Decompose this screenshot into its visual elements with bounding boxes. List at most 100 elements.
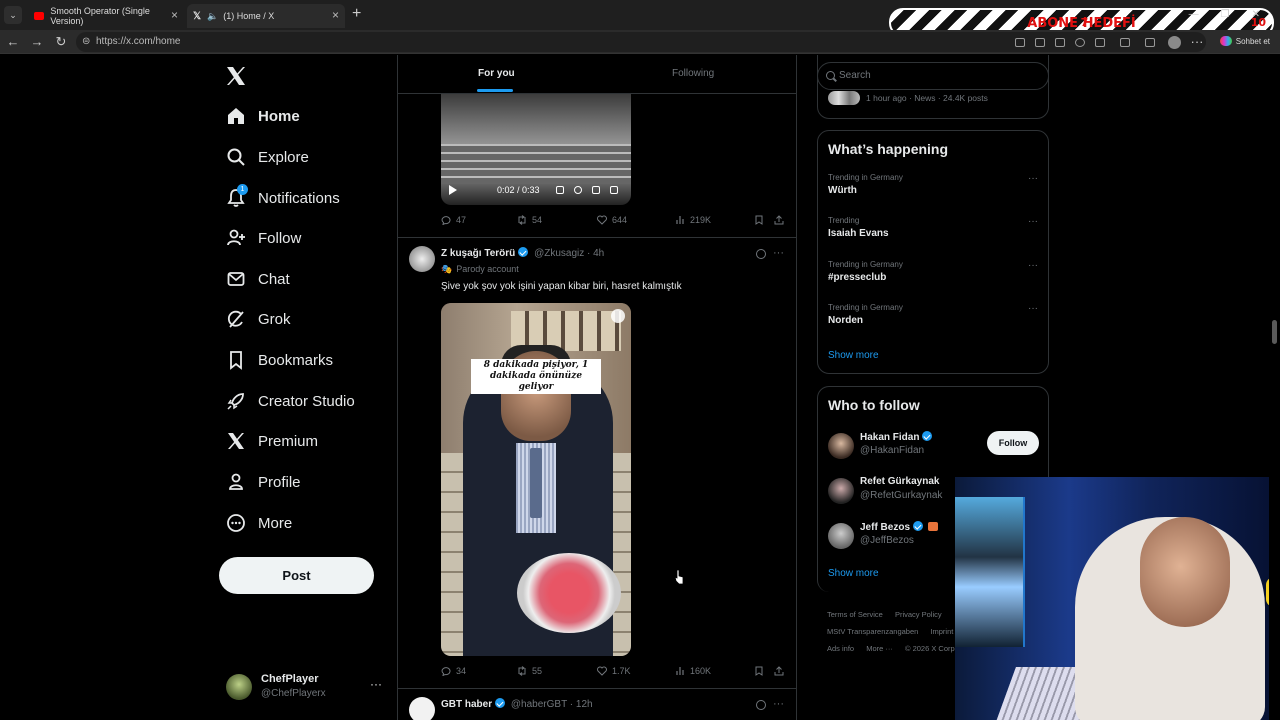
speaker-icon[interactable]: 🔈: [207, 11, 218, 22]
mute-icon[interactable]: [555, 186, 564, 194]
repost-icon: [517, 215, 527, 225]
nav-creator-studio[interactable]: Creator Studio: [222, 386, 355, 416]
more-icon[interactable]: ···: [1028, 260, 1038, 271]
nav-more[interactable]: More: [222, 508, 292, 538]
pip-icon[interactable]: [591, 186, 600, 194]
trend-item[interactable]: Trending in Germany Würth ···: [828, 173, 1038, 207]
back-icon[interactable]: ←: [4, 33, 22, 51]
grok-explain-icon[interactable]: [756, 700, 766, 710]
trend-item[interactable]: Trending in Germany #presseclub ···: [828, 260, 1038, 294]
browser-profile-avatar[interactable]: [1168, 36, 1181, 49]
settings-more-icon[interactable]: ···: [1188, 33, 1206, 51]
tweet-video[interactable]: 8 dakikada pişiyor, 1 dakikada önünüze g…: [441, 303, 631, 656]
tweet-time[interactable]: · 4h: [587, 248, 604, 259]
close-window-icon[interactable]: ✕: [1252, 9, 1260, 20]
tab-actions-menu-icon[interactable]: ⌄: [4, 6, 22, 24]
nav-explore[interactable]: Explore: [222, 142, 309, 172]
footer-more[interactable]: More ···: [866, 644, 893, 653]
favorite-icon[interactable]: [1075, 38, 1085, 47]
repost-button[interactable]: 54: [517, 215, 542, 225]
profile-name: ChefPlayer: [261, 673, 319, 685]
nav-notifications[interactable]: 1 Notifications: [222, 183, 340, 213]
more-icon[interactable]: ···: [773, 698, 784, 710]
tweet-time[interactable]: · 12h: [570, 699, 593, 710]
nav-home[interactable]: Home: [222, 101, 300, 131]
minimize-icon[interactable]: —: [1189, 9, 1199, 20]
scrollbar-thumb[interactable]: [1272, 320, 1277, 344]
new-tab-button[interactable]: +: [352, 5, 361, 23]
text-icon[interactable]: [1055, 38, 1065, 47]
site-info-icon[interactable]: ⊜: [82, 32, 90, 52]
bookmark-button[interactable]: [754, 666, 769, 676]
author-handle[interactable]: @Zkusagiz: [534, 248, 584, 259]
video-player[interactable]: 0:02 / 0:33: [441, 94, 631, 205]
nav-bookmarks[interactable]: Bookmarks: [222, 345, 333, 375]
nav-grok[interactable]: Grok: [222, 304, 291, 334]
browser-tab-x-home[interactable]: 𝕏 🔈 (1) Home / X ×: [187, 4, 345, 28]
more-icon[interactable]: ···: [1028, 173, 1038, 184]
close-tab-icon[interactable]: ×: [171, 8, 178, 22]
share-button[interactable]: [774, 666, 789, 676]
footer-ads[interactable]: Ads info: [827, 644, 854, 653]
tab-for-you[interactable]: For you: [478, 68, 515, 79]
nav-chat[interactable]: Chat: [222, 264, 290, 294]
footer-terms[interactable]: Terms of Service: [827, 610, 883, 619]
browser-tab-youtube[interactable]: Smooth Operator (Single Version) ×: [28, 4, 184, 28]
nav-premium[interactable]: Premium: [222, 426, 318, 456]
show-more-link[interactable]: Show more: [828, 350, 879, 361]
reload-icon[interactable]: ↻: [52, 33, 70, 51]
avatar[interactable]: [409, 697, 435, 720]
profile-handle: @ChefPlayerx: [261, 688, 326, 699]
account-switcher[interactable]: ChefPlayer @ChefPlayerx ···: [226, 670, 386, 704]
reply-button[interactable]: 34: [441, 666, 466, 676]
views-button[interactable]: 160K: [675, 666, 711, 676]
author-name[interactable]: Z kuşağı Terörü: [441, 248, 515, 259]
close-tab-icon[interactable]: ×: [332, 8, 339, 22]
repost-count: 55: [532, 666, 543, 676]
like-button[interactable]: 1.7K: [597, 666, 631, 676]
more-icon[interactable]: ···: [1028, 216, 1038, 227]
active-tab-indicator: [477, 89, 513, 92]
search-input[interactable]: Search: [817, 62, 1049, 90]
avatar[interactable]: [409, 246, 435, 272]
video-options-icon[interactable]: [611, 309, 625, 323]
footer-imprint[interactable]: Imprint: [930, 627, 953, 636]
extensions-icon[interactable]: [1095, 38, 1105, 47]
forward-icon[interactable]: →: [28, 33, 46, 51]
author-handle[interactable]: @haberGBT: [511, 699, 567, 710]
read-aloud-icon[interactable]: [1035, 38, 1045, 47]
follow-button[interactable]: Follow: [987, 431, 1039, 455]
bookmark-button[interactable]: [754, 215, 769, 225]
footer-privacy[interactable]: Privacy Policy: [895, 610, 942, 619]
follow-suggestion[interactable]: Hakan Fidan @HakanFidan Follow: [828, 429, 1043, 465]
play-icon[interactable]: [449, 185, 457, 195]
x-logo-icon[interactable]: [225, 66, 247, 86]
post-button[interactable]: Post: [219, 557, 374, 594]
nav-follow[interactable]: Follow: [222, 223, 301, 253]
fullscreen-icon[interactable]: [609, 186, 618, 194]
views-button[interactable]: 219K: [675, 215, 711, 225]
more-icon[interactable]: ···: [1028, 303, 1038, 314]
more-icon[interactable]: ···: [773, 247, 784, 259]
tab-following[interactable]: Following: [672, 68, 714, 79]
caption-line-1: 8 dakikada pişiyor, 1: [483, 360, 589, 370]
settings-icon[interactable]: [573, 186, 582, 194]
grok-explain-icon[interactable]: [756, 249, 766, 259]
repost-button[interactable]: 55: [517, 666, 542, 676]
like-button[interactable]: 644: [597, 215, 627, 225]
copilot-chat-button[interactable]: Sohbet et: [1220, 36, 1270, 46]
author-name[interactable]: GBT haber: [441, 699, 492, 710]
reply-button[interactable]: 47: [441, 215, 466, 225]
maximize-icon[interactable]: ❐: [1221, 9, 1230, 20]
favorites-list-icon[interactable]: [1145, 38, 1155, 47]
trend-item[interactable]: Trending Isaiah Evans ···: [828, 216, 1038, 250]
more-icon[interactable]: ···: [370, 677, 382, 691]
footer-msv[interactable]: MStV Transparenzangaben: [827, 627, 918, 636]
nav-profile[interactable]: Profile: [222, 467, 301, 497]
trend-item[interactable]: Trending in Germany Norden ···: [828, 303, 1038, 337]
split-screen-icon[interactable]: [1015, 38, 1025, 47]
show-more-link[interactable]: Show more: [828, 568, 879, 579]
collections-icon[interactable]: [1120, 38, 1130, 47]
share-button[interactable]: [774, 215, 789, 225]
page-scrollbar[interactable]: [1269, 55, 1280, 720]
